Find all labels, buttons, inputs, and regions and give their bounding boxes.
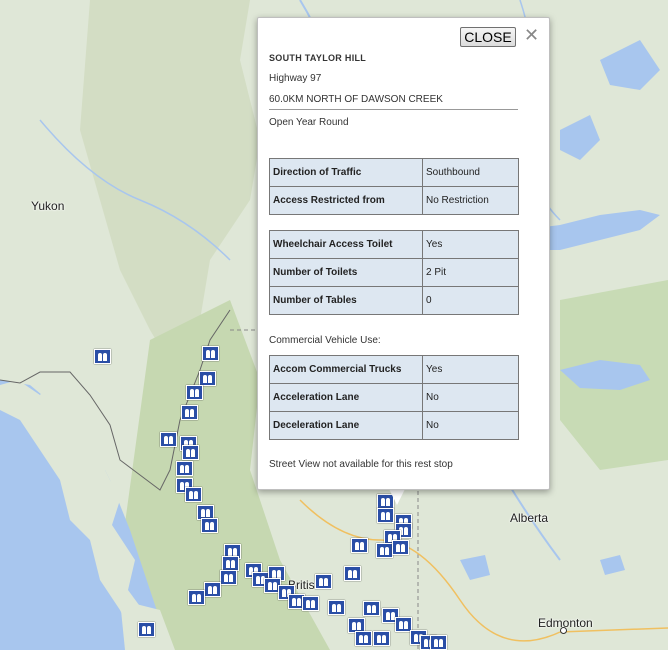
divider: [269, 109, 518, 110]
restroom-icon[interactable]: [160, 432, 177, 447]
restroom-icon[interactable]: [201, 518, 218, 533]
restroom-icon[interactable]: [315, 574, 332, 589]
table-value: 2 Pit: [422, 258, 519, 287]
restroom-icon[interactable]: [185, 487, 202, 502]
restroom-icon[interactable]: [202, 346, 219, 361]
restroom-icon[interactable]: [222, 556, 239, 571]
table-row: Number of Tables 0: [269, 286, 519, 315]
commercial-heading: Commercial Vehicle Use:: [269, 335, 381, 346]
highway-label: Highway 97: [269, 73, 322, 84]
facilities-table: Wheelchair Access Toilet Yes Number of T…: [269, 230, 519, 315]
restroom-icon[interactable]: [204, 582, 221, 597]
table-key: Accom Commercial Trucks: [269, 355, 423, 384]
close-button[interactable]: CLOSE: [460, 27, 516, 47]
table-value: Yes: [422, 230, 519, 259]
lake: [600, 40, 660, 90]
city-dot-icon: [560, 627, 567, 634]
table-row: Wheelchair Access Toilet Yes: [269, 230, 519, 259]
table-value: Southbound: [422, 158, 519, 187]
lake: [460, 555, 490, 580]
table-key: Acceleration Lane: [269, 383, 423, 412]
restroom-icon[interactable]: [351, 538, 368, 553]
restroom-icon[interactable]: [176, 461, 193, 476]
label-alberta: Alberta: [510, 511, 549, 525]
table-row: Accom Commercial Trucks Yes: [269, 355, 519, 384]
table-row: Deceleration Lane No: [269, 411, 519, 440]
restroom-icon[interactable]: [355, 631, 372, 646]
restroom-icon[interactable]: [181, 405, 198, 420]
rest-stop-title: SOUTH TAYLOR HILL: [269, 53, 367, 63]
restroom-icon[interactable]: [344, 566, 361, 581]
restroom-icon[interactable]: [199, 371, 216, 386]
restroom-icon[interactable]: [328, 600, 345, 615]
traffic-table: Direction of Traffic Southbound Access R…: [269, 158, 519, 215]
table-value: No Restriction: [422, 186, 519, 215]
restroom-icon[interactable]: [138, 622, 155, 637]
table-value: No: [422, 383, 519, 412]
table-key: Wheelchair Access Toilet: [269, 230, 423, 259]
table-value: No: [422, 411, 519, 440]
lake: [600, 555, 625, 575]
restroom-icon[interactable]: [430, 635, 447, 650]
table-key: Access Restricted from: [269, 186, 423, 215]
restroom-icon[interactable]: [373, 631, 390, 646]
restroom-icon[interactable]: [186, 385, 203, 400]
table-row: Number of Toilets 2 Pit: [269, 258, 519, 287]
restroom-icon[interactable]: [392, 540, 409, 555]
close-x-icon[interactable]: ✕: [524, 25, 539, 46]
season-label: Open Year Round: [269, 117, 349, 128]
street-view-note: Street View not available for this rest …: [269, 459, 453, 470]
table-value: Yes: [422, 355, 519, 384]
table-key: Deceleration Lane: [269, 411, 423, 440]
location-label: 60.0KM NORTH OF DAWSON CREEK: [269, 94, 443, 105]
restroom-icon[interactable]: [377, 508, 394, 523]
restroom-icon[interactable]: [220, 570, 237, 585]
table-row: Direction of Traffic Southbound: [269, 158, 519, 187]
restroom-icon[interactable]: [94, 349, 111, 364]
restroom-icon[interactable]: [376, 543, 393, 558]
commercial-table: Accom Commercial Trucks Yes Acceleration…: [269, 355, 519, 440]
table-row: Acceleration Lane No: [269, 383, 519, 412]
table-key: Number of Tables: [269, 286, 423, 315]
table-row: Access Restricted from No Restriction: [269, 186, 519, 215]
label-yukon: Yukon: [31, 199, 65, 213]
restroom-icon[interactable]: [302, 596, 319, 611]
restroom-icon[interactable]: [363, 601, 380, 616]
table-key: Number of Toilets: [269, 258, 423, 287]
lake: [560, 115, 600, 160]
table-value: 0: [422, 286, 519, 315]
restroom-icon[interactable]: [182, 445, 199, 460]
table-key: Direction of Traffic: [269, 158, 423, 187]
rest-stop-info-window: CLOSE ✕ SOUTH TAYLOR HILL Highway 97 60.…: [257, 17, 550, 490]
restroom-icon[interactable]: [188, 590, 205, 605]
